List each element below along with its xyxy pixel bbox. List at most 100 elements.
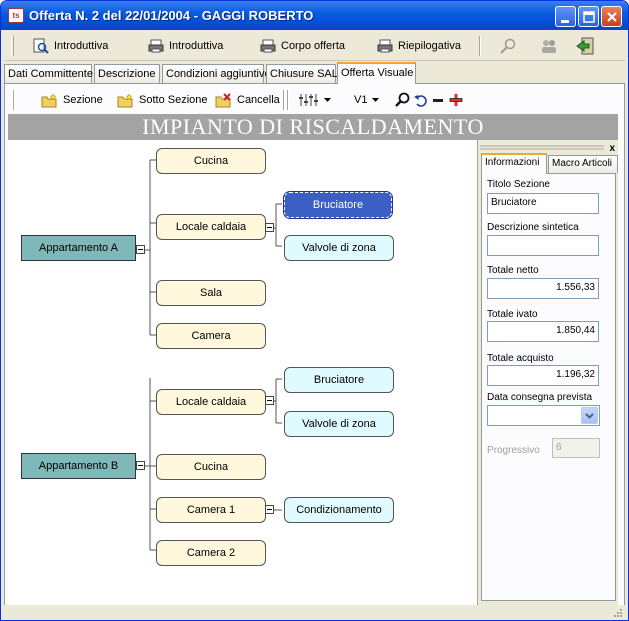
preview-introduttiva-label: Introduttiva <box>54 40 109 52</box>
totale-ivato-label: Totale ivato <box>487 309 538 320</box>
data-consegna-select[interactable] <box>487 405 600 426</box>
totale-acquisto-label: Totale acquisto <box>487 353 554 364</box>
minimize-icon <box>561 20 569 23</box>
descrizione-label: Descrizione sintetica <box>487 222 579 233</box>
section-toolbar: Sezione Sotto Sezione Cancella V1 <box>7 87 621 113</box>
toolbar-grip[interactable] <box>11 90 14 110</box>
tree-node-camera1-b[interactable]: Camera 1 <box>156 497 266 523</box>
tree-node-valvole-b[interactable]: Valvole di zona <box>284 411 394 437</box>
print-introduttiva-label: Introduttiva <box>169 40 224 52</box>
print-corpo-offerta-button[interactable]: Corpo offerta <box>256 35 349 57</box>
totale-acquisto-field[interactable]: 1.196,32 <box>487 365 599 386</box>
search-tool-button[interactable] <box>495 35 521 57</box>
status-bar <box>4 605 625 618</box>
tree-node-sala-a[interactable]: Sala <box>156 280 266 306</box>
collapse-toggle[interactable] <box>265 505 274 514</box>
tree-node-cucina-a[interactable]: Cucina <box>156 148 266 174</box>
tab-informazioni[interactable]: Informazioni <box>481 153 547 174</box>
preview-introduttiva-button[interactable]: Introduttiva <box>29 35 112 57</box>
print-riepilogativa-button[interactable]: Riepilogativa <box>373 35 465 57</box>
delete-folder-icon <box>215 92 231 107</box>
tree-connectors <box>141 159 282 551</box>
app-icon: ts <box>8 8 24 23</box>
tree-node-locale-caldaia-a[interactable]: Locale caldaia <box>156 214 266 240</box>
exit-door-icon <box>576 37 594 55</box>
totale-netto-label: Totale netto <box>487 265 539 276</box>
resize-grip-icon[interactable] <box>611 606 623 618</box>
printer-icon <box>260 39 276 53</box>
titolo-sezione-field[interactable]: Bruciatore <box>487 193 599 214</box>
maximize-icon <box>583 11 595 23</box>
printer-icon <box>377 39 393 53</box>
tree-node-bruciatore-b[interactable]: Bruciatore <box>284 367 394 393</box>
magnifier-icon <box>500 38 516 54</box>
panel-tabs: Informazioni Macro Articoli <box>481 153 618 174</box>
print-riepilogativa-label: Riepilogativa <box>398 40 461 52</box>
printer-icon <box>148 39 164 53</box>
close-icon <box>607 12 617 22</box>
add-sezione-button[interactable]: Sezione <box>37 89 107 111</box>
tree-node-cucina-b[interactable]: Cucina <box>156 454 266 480</box>
toolbar-grip[interactable] <box>11 36 14 56</box>
plus-icon <box>449 94 463 106</box>
collapse-toggle[interactable] <box>136 245 145 254</box>
title-bar[interactable]: ts Offerta N. 2 del 22/01/2004 - GAGGI R… <box>1 1 628 30</box>
section-banner: IMPIANTO DI RISCALDAMENTO <box>8 114 618 140</box>
panel-body: Titolo Sezione Bruciatore Descrizione si… <box>481 173 616 601</box>
progressivo-field: 6 <box>552 438 600 458</box>
minus-icon <box>433 99 443 102</box>
info-panel: x Informazioni Macro Articoli Titolo Sez… <box>477 140 618 605</box>
tab-dati-committente[interactable]: Dati Committente <box>4 64 93 83</box>
totale-ivato-field[interactable]: 1.850,44 <box>487 321 599 342</box>
cancella-label: Cancella <box>237 94 280 106</box>
print-toolbar: Introduttiva Introduttiva Corpo offerta … <box>5 32 625 61</box>
tab-chiusure-sal[interactable]: Chiusure SAL <box>266 64 338 83</box>
collapse-toggle[interactable] <box>265 396 274 405</box>
tree-node-condizionamento-b[interactable]: Condizionamento <box>284 497 394 523</box>
users-icon <box>542 40 556 53</box>
expand-button[interactable] <box>445 89 467 111</box>
chevron-down-icon <box>585 413 594 419</box>
panel-grip[interactable] <box>480 144 616 152</box>
cancella-button[interactable]: Cancella <box>211 89 284 111</box>
chevron-down-icon <box>372 98 380 102</box>
collapse-toggle[interactable] <box>265 223 274 232</box>
add-sotto-sezione-button[interactable]: Sotto Sezione <box>113 89 212 111</box>
window-title: Offerta N. 2 del 22/01/2004 - GAGGI ROBE… <box>29 8 314 23</box>
layout-icon <box>299 94 318 106</box>
new-subfolder-icon <box>117 92 133 107</box>
collapse-toggle[interactable] <box>136 461 145 470</box>
tree-node-locale-caldaia-b[interactable]: Locale caldaia <box>156 389 266 415</box>
data-consegna-label: Data consegna prevista <box>487 392 593 403</box>
new-folder-icon <box>41 92 57 107</box>
toolbar-separator <box>283 90 285 110</box>
version-dropdown-button[interactable]: V1 <box>350 89 383 111</box>
dropdown-arrow[interactable] <box>581 407 598 424</box>
main-tabs: Dati Committente Descrizione Condizioni … <box>4 62 624 84</box>
tree-node-bruciatore-a[interactable]: Bruciatore <box>283 191 393 219</box>
print-corpo-offerta-label: Corpo offerta <box>281 40 346 52</box>
tab-condizioni-aggiuntive[interactable]: Condizioni aggiuntive <box>162 64 271 83</box>
tree-node-appartamento-a[interactable]: Appartamento A <box>21 235 136 261</box>
tab-macro-articoli[interactable]: Macro Articoli <box>548 155 618 173</box>
tree-node-appartamento-b[interactable]: Appartamento B <box>21 453 136 479</box>
add-sotto-sezione-label: Sotto Sezione <box>139 94 208 106</box>
minimize-button[interactable] <box>555 6 576 27</box>
add-sezione-label: Sezione <box>63 94 103 106</box>
toolbar-separator <box>479 36 481 56</box>
tab-descrizione[interactable]: Descrizione <box>94 64 160 83</box>
close-button[interactable] <box>601 6 622 27</box>
layout-dropdown-button[interactable] <box>295 89 335 111</box>
exit-button[interactable] <box>571 35 599 57</box>
print-introduttiva-button[interactable]: Introduttiva <box>144 35 227 57</box>
users-tool-button[interactable] <box>535 35 563 57</box>
maximize-button[interactable] <box>578 6 599 27</box>
tree-node-camera-a[interactable]: Camera <box>156 323 266 349</box>
tree-node-camera2-b[interactable]: Camera 2 <box>156 540 266 566</box>
tree-node-valvole-a[interactable]: Valvole di zona <box>284 235 394 261</box>
toolbar-separator <box>287 90 289 110</box>
descrizione-field[interactable] <box>487 235 599 256</box>
chevron-down-icon <box>324 98 331 102</box>
tab-offerta-visuale[interactable]: Offerta Visuale <box>337 62 416 84</box>
totale-netto-field[interactable]: 1.556,33 <box>487 278 599 299</box>
